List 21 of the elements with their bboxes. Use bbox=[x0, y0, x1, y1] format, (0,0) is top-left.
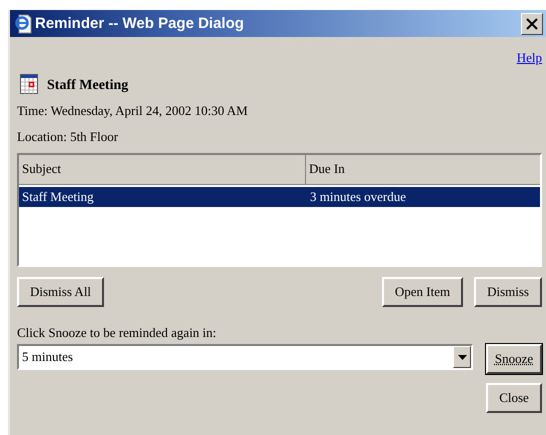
dialog-button[interactable]: Snooze bbox=[486, 344, 542, 374]
snooze-label: Click Snooze to be reminded again in: bbox=[17, 325, 218, 341]
column-header[interactable]: Subject bbox=[19, 155, 306, 184]
window-title: Reminder -- Web Page Dialog bbox=[35, 15, 245, 32]
snooze-dropdown[interactable]: 5 minutes bbox=[17, 344, 473, 370]
calendar-icon bbox=[20, 74, 38, 94]
table-cell-text: 3 minutes overdue bbox=[309, 189, 406, 205]
reminder-time: Time: Wednesday, April 24, 2002 10:30 AM bbox=[17, 103, 249, 120]
close-icon bbox=[526, 18, 538, 30]
reminder-subject: Staff Meeting bbox=[47, 78, 128, 94]
dialog-button[interactable]: Dismiss bbox=[474, 277, 542, 307]
table-cell-text: Staff Meeting bbox=[21, 189, 95, 205]
dialog-button[interactable]: Open Item bbox=[382, 277, 464, 307]
dialog-button[interactable]: Dismiss All bbox=[17, 277, 104, 307]
browser-icon bbox=[14, 14, 32, 34]
list-row[interactable]: Staff Meeting 3 minutes overdue bbox=[19, 187, 540, 207]
reminder-location: Location: 5th Floor bbox=[17, 129, 120, 146]
column-header[interactable]: Due In bbox=[306, 155, 348, 184]
close-button[interactable] bbox=[521, 12, 543, 34]
dialog-button[interactable]: Close bbox=[486, 383, 542, 413]
help-link[interactable]: Help bbox=[516, 50, 542, 68]
